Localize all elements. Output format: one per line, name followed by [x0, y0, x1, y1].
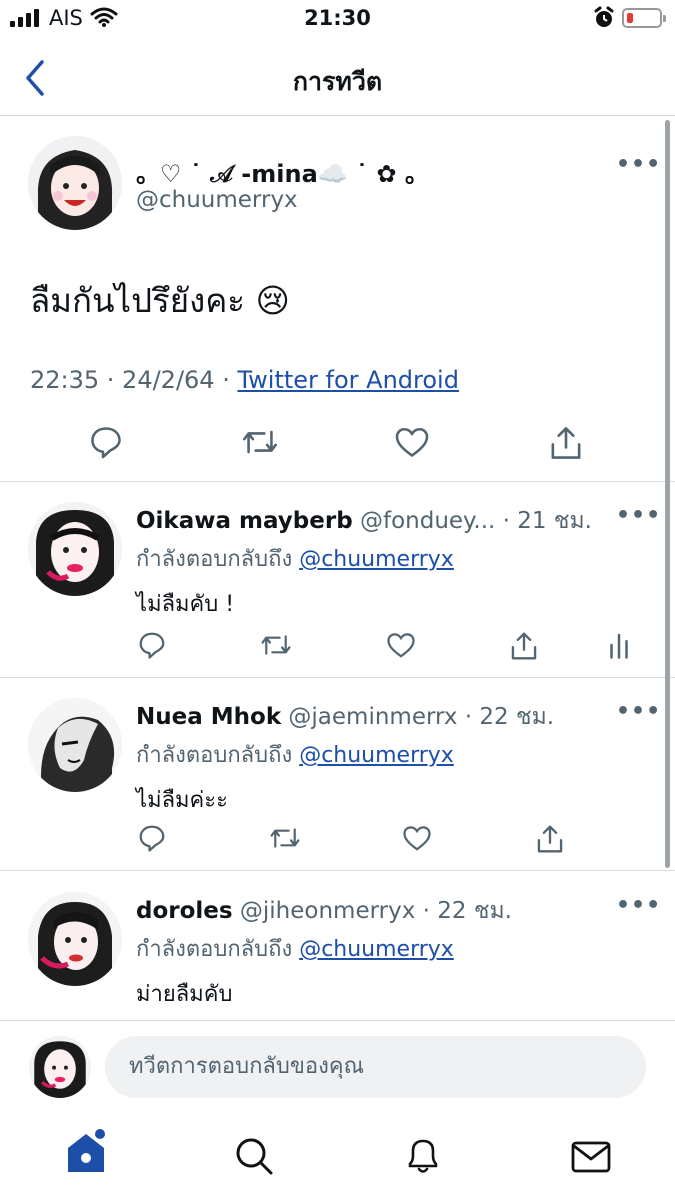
more-options-icon[interactable]: ••• — [616, 503, 661, 528]
retweet-icon[interactable] — [259, 630, 293, 660]
tab-bar — [0, 1110, 675, 1200]
tweet-source-link[interactable]: Twitter for Android — [237, 366, 458, 394]
reply-author[interactable]: Nuea Mhok @jaeminmerrx · 22 ชม. — [136, 699, 554, 735]
reply-display-name[interactable]: Nuea Mhok — [136, 704, 281, 730]
replying-to-handle[interactable]: @chuumerryx — [299, 547, 454, 572]
tweet-timestamp: 22:35 · 24/2/64 · — [30, 366, 238, 394]
home-icon[interactable] — [64, 1128, 108, 1174]
share-icon[interactable] — [535, 823, 565, 855]
my-avatar[interactable] — [29, 1036, 91, 1098]
heart-icon[interactable] — [386, 630, 416, 660]
divider — [0, 870, 675, 871]
replying-to: กำลังตอบกลับถึง @chuumerryx — [136, 737, 454, 772]
reply-text: ม่ายลืมคับ — [136, 982, 233, 1007]
author-avatar[interactable] — [28, 136, 122, 230]
search-icon[interactable] — [234, 1136, 274, 1176]
page-title: การทวีต — [292, 67, 383, 96]
reply-text: ไม่ลืมค่ะะ — [136, 788, 228, 813]
author-handle[interactable]: @chuumerryx — [136, 187, 298, 213]
reply-compose-input[interactable]: ทวีตการตอบกลับของคุณ — [105, 1036, 646, 1098]
reply-avatar[interactable] — [28, 892, 122, 986]
more-options-icon[interactable]: ••• — [616, 893, 661, 918]
retweet-icon[interactable] — [240, 424, 280, 460]
share-icon[interactable] — [548, 424, 584, 462]
replying-to: กำลังตอบกลับถึง @chuumerryx — [136, 931, 454, 966]
replying-to-handle[interactable]: @chuumerryx — [299, 743, 454, 768]
status-bar: AIS 21:30 — [0, 0, 675, 40]
retweet-icon[interactable] — [268, 823, 302, 853]
reply-avatar[interactable] — [28, 502, 122, 596]
reply-handle-time: @fonduey... · 21 ชม. — [352, 508, 592, 534]
reply-display-name[interactable]: Oikawa mayberb — [136, 508, 353, 534]
reply-author[interactable]: Oikawa mayberb @fonduey... · 21 ชม. — [136, 503, 592, 539]
scrollbar[interactable] — [665, 120, 670, 868]
reply-handle-time: @jiheonmerryx · 22 ชม. — [232, 898, 512, 924]
divider — [0, 677, 675, 678]
replying-to-label: กำลังตอบกลับถึง — [136, 937, 300, 962]
reply-text: ไม่ลืมคับ ! — [136, 592, 235, 617]
tweet-text: ลืมกันไปรึยังคะ 😢 — [30, 281, 290, 320]
heart-icon[interactable] — [402, 823, 432, 853]
reply-author[interactable]: doroles @jiheonmerryx · 22 ชม. — [136, 893, 512, 929]
more-options-icon[interactable]: ••• — [616, 152, 661, 177]
reply-icon[interactable] — [137, 630, 167, 660]
battery-icon — [622, 8, 666, 28]
author-display-name[interactable]: 。♡ ˙ 𝒜 -mina☁️ ˙ ✿ 。 — [136, 154, 429, 189]
alarm-icon — [594, 6, 614, 27]
status-time: 21:30 — [304, 6, 371, 30]
replying-to: กำลังตอบกลับถึง @chuumerryx — [136, 541, 454, 576]
divider — [0, 481, 675, 482]
more-options-icon[interactable]: ••• — [616, 699, 661, 724]
reply-icon[interactable] — [88, 424, 124, 460]
heart-icon[interactable] — [394, 424, 430, 460]
tweet-meta: 22:35 · 24/2/64 · Twitter for Android — [30, 366, 459, 394]
replying-to-label: กำลังตอบกลับถึง — [136, 547, 300, 572]
reply-handle-time: @jaeminmerrx · 22 ชม. — [281, 704, 555, 730]
share-icon[interactable] — [509, 630, 539, 662]
replying-to-handle[interactable]: @chuumerryx — [299, 937, 454, 962]
nav-bar: การทวีต — [0, 40, 675, 116]
reply-display-name[interactable]: doroles — [136, 898, 233, 924]
reply-avatar[interactable] — [28, 698, 122, 792]
replying-to-label: กำลังตอบกลับถึง — [136, 743, 300, 768]
analytics-icon[interactable] — [606, 630, 632, 660]
messages-mail-icon[interactable] — [570, 1140, 612, 1174]
reply-icon[interactable] — [137, 823, 167, 853]
notifications-bell-icon[interactable] — [404, 1136, 442, 1176]
